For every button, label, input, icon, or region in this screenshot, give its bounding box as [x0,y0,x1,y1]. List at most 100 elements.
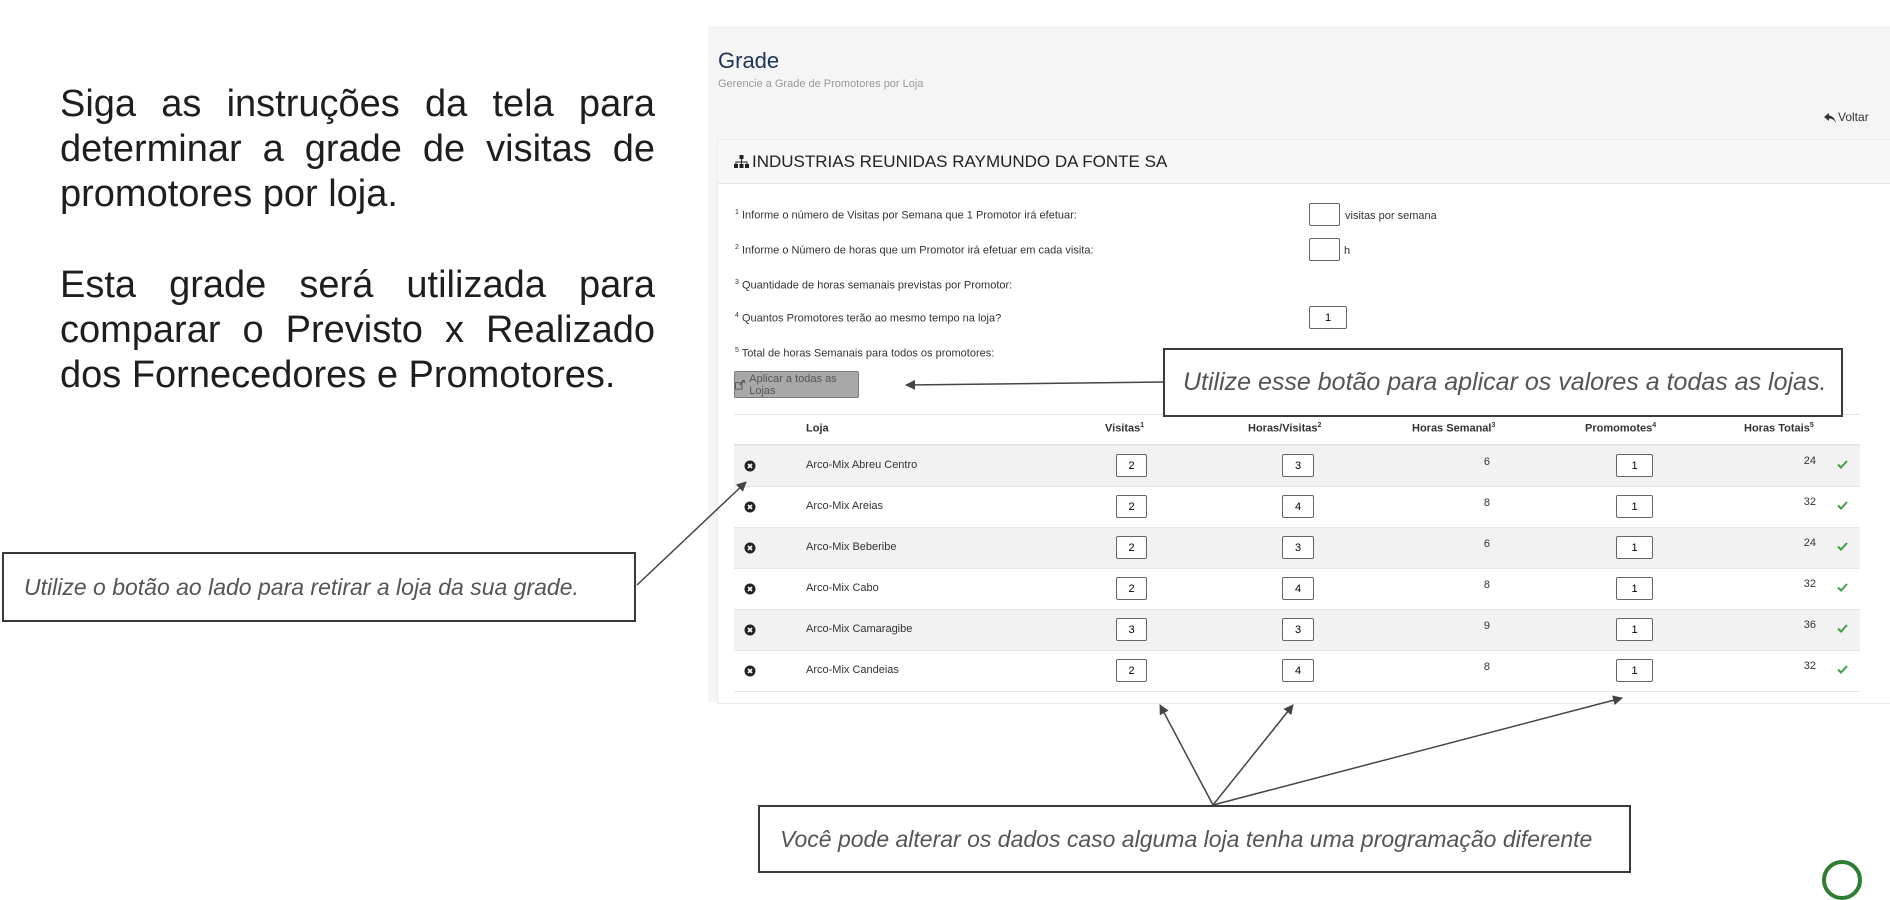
logo-icon [1822,860,1862,900]
apply-button-label: Aplicar a todas as Lojas [749,372,837,397]
col-promotores: Promomotes4 [1585,422,1657,435]
card-header: INDUSTRIAS REUNIDAS RAYMUNDO DA FONTE SA [718,140,1890,184]
check-icon [1837,624,1848,633]
table-row: Arco-Mix Areias 8 32 [734,487,1860,528]
check-icon [1837,460,1848,469]
visits-per-week-input[interactable] [1309,203,1340,226]
horas-totais-value: 24 [1803,455,1816,467]
store-name: Arco-Mix Candeias [806,664,899,676]
horas-visita-input[interactable] [1282,577,1314,600]
horas-visita-input[interactable] [1282,659,1314,682]
check-icon [1837,583,1848,592]
promotores-input[interactable] [1616,495,1653,518]
q4-number: 4 [735,312,739,319]
store-name: Arco-Mix Camaragibe [806,623,913,635]
callout-apply-hint: Utilize esse botão para aplicar os valor… [1163,348,1843,417]
sitemap-icon [734,155,749,168]
callout-remove-hint: Utilize o botão ao lado para retirar a l… [2,552,636,622]
store-name: Arco-Mix Areias [806,500,884,512]
question-3: 3 Quantidade de horas semanais previstas… [735,279,1012,292]
store-name: Arco-Mix Beberibe [806,541,897,553]
q5-text: Total de horas Semanais para todos os pr… [741,347,995,360]
horas-semanal-value: 8 [1483,497,1490,509]
promotores-input[interactable] [1616,618,1653,641]
page-subtitle: Gerencie a Grade de Promotores por Loja [718,78,924,90]
table-row: Arco-Mix Cabo 8 32 [734,569,1860,610]
q3-number: 3 [735,279,739,286]
q2-number: 2 [735,244,739,251]
horas-visita-input[interactable] [1282,495,1314,518]
promotores-input[interactable] [1616,659,1653,682]
col-horas-totais: Horas Totais5 [1744,422,1814,435]
check-icon [1837,542,1848,551]
back-link[interactable]: Voltar [1824,110,1869,124]
question-4: 4 Quantos Promotores terão ao mesmo temp… [735,312,1001,325]
visits-per-week-suffix: visitas por semana [1345,210,1437,222]
table-row: Arco-Mix Beberibe 6 24 [734,528,1860,569]
horas-totais-value: 32 [1803,660,1816,672]
store-grid-table: Loja Visitas1 Horas/Visitas2 Horas Seman… [734,414,1860,692]
table-row: Arco-Mix Abreu Centro 6 24 [734,446,1860,487]
horas-semanal-value: 6 [1483,456,1490,468]
table-header-row: Loja Visitas1 Horas/Visitas2 Horas Seman… [734,414,1860,446]
horas-totais-value: 24 [1803,537,1816,549]
store-name: Arco-Mix Cabo [806,582,879,594]
remove-store-icon[interactable] [744,665,756,677]
back-label: Voltar [1838,110,1869,124]
remove-store-icon[interactable] [744,583,756,595]
q2-text: Informe o Número de horas que um Promoto… [741,244,1094,257]
table-row: Arco-Mix Candeias 8 32 [734,651,1860,692]
table-row: Arco-Mix Camaragibe 9 36 [734,610,1860,651]
visitas-input[interactable] [1116,659,1147,682]
remove-store-icon[interactable] [744,501,756,513]
promotores-input[interactable] [1616,454,1653,477]
horas-totais-value: 32 [1803,496,1816,508]
horas-totais-value: 32 [1803,578,1816,590]
arrow-to-visitas [1159,704,1214,806]
q1-number: 1 [735,209,739,216]
q5-number: 5 [735,347,739,354]
page-title: Grade [718,48,780,73]
col-visitas: Visitas1 [1105,422,1145,435]
question-1: 1 Informe o número de Visitas por Semana… [735,209,1077,222]
horas-semanal-value: 8 [1483,579,1490,591]
horas-visita-input[interactable] [1282,536,1314,559]
visitas-input[interactable] [1116,495,1147,518]
promotores-input[interactable] [1616,577,1653,600]
horas-totais-value: 36 [1803,619,1816,631]
q1-text: Informe o número de Visitas por Semana q… [741,209,1077,222]
q3-text: Quantidade de horas semanais previstas p… [741,279,1013,292]
remove-store-icon[interactable] [744,624,756,636]
visitas-input[interactable] [1116,577,1147,600]
callout-edit-hint: Você pode alterar os dados caso alguma l… [758,805,1631,873]
store-name: Arco-Mix Abreu Centro [806,459,918,471]
reply-icon [1824,113,1836,123]
horas-semanal-value: 9 [1483,620,1490,632]
horas-visita-input[interactable] [1282,618,1314,641]
visitas-input[interactable] [1116,454,1147,477]
check-icon [1837,665,1848,674]
q4-text: Quantos Promotores terão ao mesmo tempo … [741,312,1002,325]
col-horas-semanal: Horas Semanal3 [1412,422,1496,435]
hours-per-visit-input[interactable] [1309,238,1340,261]
arrow-to-horas-visita [1212,704,1294,806]
hours-suffix: h [1344,245,1351,257]
apply-to-all-stores-button[interactable]: Aplicar a todas as Lojas [734,371,859,398]
external-link-icon [735,379,745,390]
intro-paragraph-1: Siga as instruções da tela para determin… [60,83,655,215]
visitas-input[interactable] [1116,618,1147,641]
remove-store-icon[interactable] [744,542,756,554]
horas-visita-input[interactable] [1282,454,1314,477]
card-title: INDUSTRIAS REUNIDAS RAYMUNDO DA FONTE SA [752,152,1168,171]
question-5: 5 Total de horas Semanais para todos os … [735,347,994,360]
check-icon [1837,501,1848,510]
question-2: 2 Informe o Número de horas que um Promo… [735,244,1094,257]
remove-store-icon[interactable] [744,460,756,472]
arrow-to-promotores [1212,695,1623,806]
col-loja: Loja [806,422,829,435]
promoters-at-once-input[interactable] [1309,306,1347,329]
promotores-input[interactable] [1616,536,1653,559]
visitas-input[interactable] [1116,536,1147,559]
horas-semanal-value: 6 [1483,538,1490,550]
store-grid-card: INDUSTRIAS REUNIDAS RAYMUNDO DA FONTE SA… [717,139,1890,704]
